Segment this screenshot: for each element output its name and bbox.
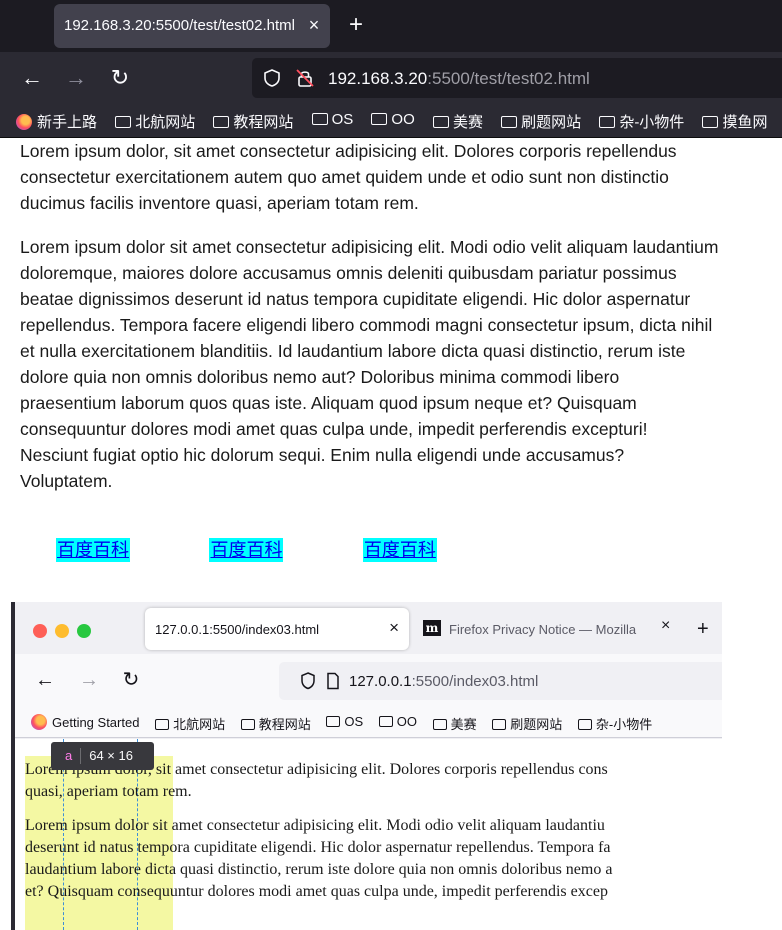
close-window-icon[interactable] xyxy=(33,624,47,638)
tab-close-icon[interactable]: × xyxy=(304,13,324,37)
bookmark-folder[interactable]: OO xyxy=(378,714,417,729)
folder-icon xyxy=(213,116,230,128)
screenshot-tab-active[interactable]: 127.0.0.1:5500/index03.html × xyxy=(145,608,409,650)
tab-strip: 192.168.3.20:5500/test/test02.html × + xyxy=(0,0,782,52)
new-tab-button[interactable]: + xyxy=(344,12,368,38)
url-path: :5500/test/test02.html xyxy=(427,69,590,88)
tab-close-icon[interactable]: × xyxy=(661,617,670,635)
navigation-bar: ← → ↻ 192.168.3.20:5500/test/test02.html xyxy=(0,52,782,104)
url-path: :5500/index03.html xyxy=(411,673,539,690)
minimize-window-icon[interactable] xyxy=(55,624,69,638)
text-line: et? Quisquam consequuntur dolores modi a… xyxy=(25,883,608,900)
text-line: laudantium labore dicta quasi distinctio… xyxy=(25,861,613,878)
baidu-baike-link[interactable]: 百度百科 xyxy=(56,538,130,562)
bookmark-getting-started[interactable]: Getting Started xyxy=(31,714,139,730)
url-bar[interactable]: 127.0.0.1:5500/index03.html xyxy=(279,662,722,700)
firefox-icon xyxy=(31,714,47,730)
bookmark-folder[interactable]: 教程网站 xyxy=(240,714,311,733)
folder-icon xyxy=(501,116,518,128)
bookmark-folder[interactable]: 杂-小物件 xyxy=(599,111,684,132)
screenshot-bookmarks-toolbar: Getting Started 北航网站 教程网站 OS OO 美赛 刷题网站 … xyxy=(15,706,722,738)
url-host: 192.168.3.20 xyxy=(328,69,428,88)
reload-icon[interactable]: ↻ xyxy=(106,64,134,92)
bookmark-folder[interactable]: OO xyxy=(371,111,415,128)
bookmark-folder[interactable]: 刷题网站 xyxy=(501,111,581,132)
inspector-dimensions: 64 × 16 xyxy=(89,748,133,763)
page-content: Lorem ipsum dolor, sit amet consectetur … xyxy=(20,138,720,494)
folder-icon xyxy=(432,719,447,730)
bookmark-folder[interactable]: 美赛 xyxy=(432,111,483,132)
bookmark-folder[interactable]: OS xyxy=(326,714,363,729)
paragraph: Lorem ipsum dolor, sit amet consectetur … xyxy=(20,141,677,213)
firefox-icon xyxy=(16,114,32,130)
url-bar[interactable]: 192.168.3.20:5500/test/test02.html xyxy=(252,58,782,98)
embedded-screenshot: 127.0.0.1:5500/index03.html × m Firefox … xyxy=(11,602,722,930)
forward-icon[interactable]: → xyxy=(77,668,101,692)
tab-title: 127.0.0.1:5500/index03.html xyxy=(155,622,320,637)
shield-icon[interactable] xyxy=(299,671,317,691)
baidu-baike-link[interactable]: 百度百科 xyxy=(362,538,437,562)
baidu-baike-link[interactable]: 百度百科 xyxy=(209,538,284,562)
bookmarks-toolbar: 新手上路 北航网站 教程网站 OS OO 美赛 刷题网站 杂-小物件 摸鱼网 xyxy=(0,104,782,138)
forward-icon[interactable]: → xyxy=(62,64,90,92)
bookmark-folder[interactable]: 美赛 xyxy=(432,714,477,733)
bookmark-folder[interactable]: OS xyxy=(311,111,353,128)
bookmark-folder[interactable]: 刷题网站 xyxy=(492,714,562,733)
text-line: Lorem ipsum dolor sit amet consectetur a… xyxy=(25,817,605,834)
url-text[interactable]: 192.168.3.20:5500/test/test02.html xyxy=(328,69,590,89)
url-text[interactable]: 127.0.0.1:5500/index03.html xyxy=(349,673,538,690)
screenshot-navigation-bar: ← → ↻ 127.0.0.1:5500/index03.html xyxy=(15,654,722,706)
folder-icon xyxy=(599,116,616,128)
folder-icon xyxy=(378,716,393,727)
folder-icon xyxy=(155,719,170,730)
tab-close-icon[interactable]: × xyxy=(389,618,399,638)
folder-icon xyxy=(577,719,592,730)
bookmark-folder[interactable]: 北航网站 xyxy=(115,111,195,132)
back-icon[interactable]: ← xyxy=(33,668,57,692)
reload-icon[interactable]: ↻ xyxy=(119,668,143,692)
bookmark-folder[interactable]: 北航网站 xyxy=(155,714,225,733)
mozilla-icon: m xyxy=(423,620,441,636)
screenshot-page: Lorem ipsum dolor, sit amet consectetur … xyxy=(15,739,722,930)
folder-icon xyxy=(702,116,719,128)
screenshot-tab-inactive[interactable]: m Firefox Privacy Notice — Mozilla × xyxy=(423,616,683,642)
shield-icon[interactable] xyxy=(262,68,282,88)
folder-icon xyxy=(311,113,328,125)
folder-icon xyxy=(432,116,449,128)
url-host: 127.0.0.1 xyxy=(349,673,412,690)
bookmark-folder[interactable]: 杂-小物件 xyxy=(577,714,652,733)
link-row: 百度百科 百度百科 百度百科 xyxy=(56,538,512,562)
new-tab-button[interactable]: + xyxy=(697,618,709,640)
screenshot-text: Lorem ipsum dolor, sit amet consectetur … xyxy=(25,759,722,903)
folder-icon xyxy=(492,719,507,730)
folder-icon xyxy=(240,719,255,730)
page-icon xyxy=(327,672,339,690)
text-line: deserunt id natus tempora cupiditate eli… xyxy=(25,839,611,856)
bookmark-getting-started[interactable]: 新手上路 xyxy=(16,111,97,132)
inspector-tag: a xyxy=(51,748,82,764)
bookmark-folder[interactable]: 摸鱼网 xyxy=(702,111,768,132)
browser-chrome: 192.168.3.20:5500/test/test02.html × + ←… xyxy=(0,0,782,138)
insecure-lock-icon[interactable] xyxy=(294,67,316,89)
tab-title: Firefox Privacy Notice — Mozilla xyxy=(449,622,637,637)
back-icon[interactable]: ← xyxy=(18,64,46,92)
folder-icon xyxy=(115,116,132,128)
tab-title: 192.168.3.20:5500/test/test02.html xyxy=(64,17,295,34)
folder-icon xyxy=(371,113,388,125)
tab-active[interactable]: 192.168.3.20:5500/test/test02.html × xyxy=(54,4,330,48)
text-line: quasi, aperiam totam rem. xyxy=(25,783,192,800)
bookmark-folder[interactable]: 教程网站 xyxy=(213,111,293,132)
folder-icon xyxy=(326,716,341,727)
paragraph: Lorem ipsum dolor sit amet consectetur a… xyxy=(20,237,719,491)
zoom-window-icon[interactable] xyxy=(77,624,91,638)
inspector-tooltip: a 64 × 16 xyxy=(51,742,154,770)
